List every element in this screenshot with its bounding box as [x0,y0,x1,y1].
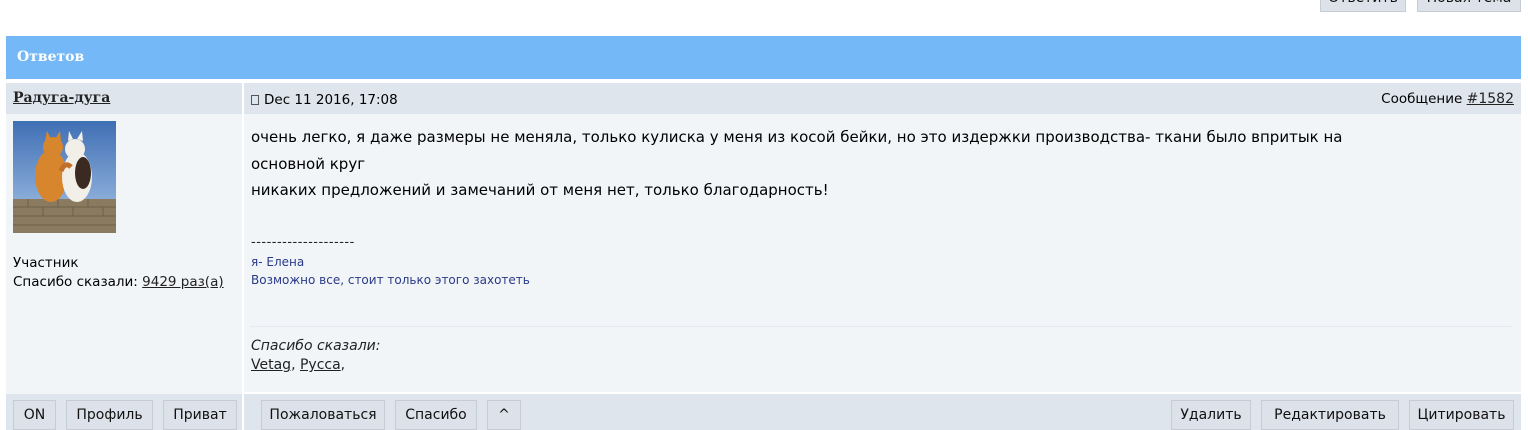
post-date-text: Dec 11 2016, 17:08 [264,92,398,108]
thanks-button[interactable]: Спасибо [395,400,477,430]
post-text-line: основной круг [251,154,366,173]
author-thanks-count: Спасибо сказали: 9429 раз(а) [13,274,224,290]
signature-motto: Возможно все, стоит только этого захотет… [251,273,530,287]
avatar [13,121,116,233]
report-button[interactable]: Пожаловаться [261,400,385,430]
post-icon [251,95,259,105]
quote-button[interactable]: Цитировать [1409,400,1514,430]
scroll-top-button[interactable]: ^ [487,400,521,430]
author-rank: Участник [13,255,79,271]
post-text: очень легко, я даже размеры не меняла, т… [251,124,1481,204]
post-text-line: никаких предложений и замечаний от меня … [251,181,829,199]
signature-name: я- Елена [251,255,305,269]
author-name-link[interactable]: Радуга-дуга [13,90,110,106]
private-message-button[interactable]: Приват [163,400,237,430]
new-topic-button[interactable]: Новая тема [1417,0,1521,12]
delete-button[interactable]: Удалить [1171,400,1251,430]
post-date: Dec 11 2016, 17:08 [251,92,398,108]
message-number-prefix: Сообщение [1381,91,1467,107]
edit-button[interactable]: Редактировать [1261,400,1399,430]
thanked-title: Спасибо сказали: [251,338,381,354]
post-header-bar [244,83,1521,114]
profile-button[interactable]: Профиль [66,400,153,430]
author-thanks-prefix: Спасибо сказали: [13,274,143,290]
online-button[interactable]: ON [13,400,56,430]
author-thanks-link[interactable]: 9429 раз(а) [142,274,223,290]
thanked-user-link[interactable]: Русса [300,357,341,373]
post-text-line: очень легко, я даже размеры не меняла, т… [251,128,1343,146]
replies-header-label: Ответов [17,49,85,65]
thanked-user-link[interactable]: Vetag [251,357,291,373]
signature-separator: -------------------- [251,235,355,250]
thanks-divider [250,326,1512,327]
message-permalink[interactable]: #1582 [1467,91,1514,107]
thanked-users: Vetag, Русса, [251,357,346,373]
replies-header: Ответов [6,36,1521,79]
reply-button[interactable]: Ответить [1320,0,1406,12]
message-number: Сообщение #1582 [1381,91,1514,107]
